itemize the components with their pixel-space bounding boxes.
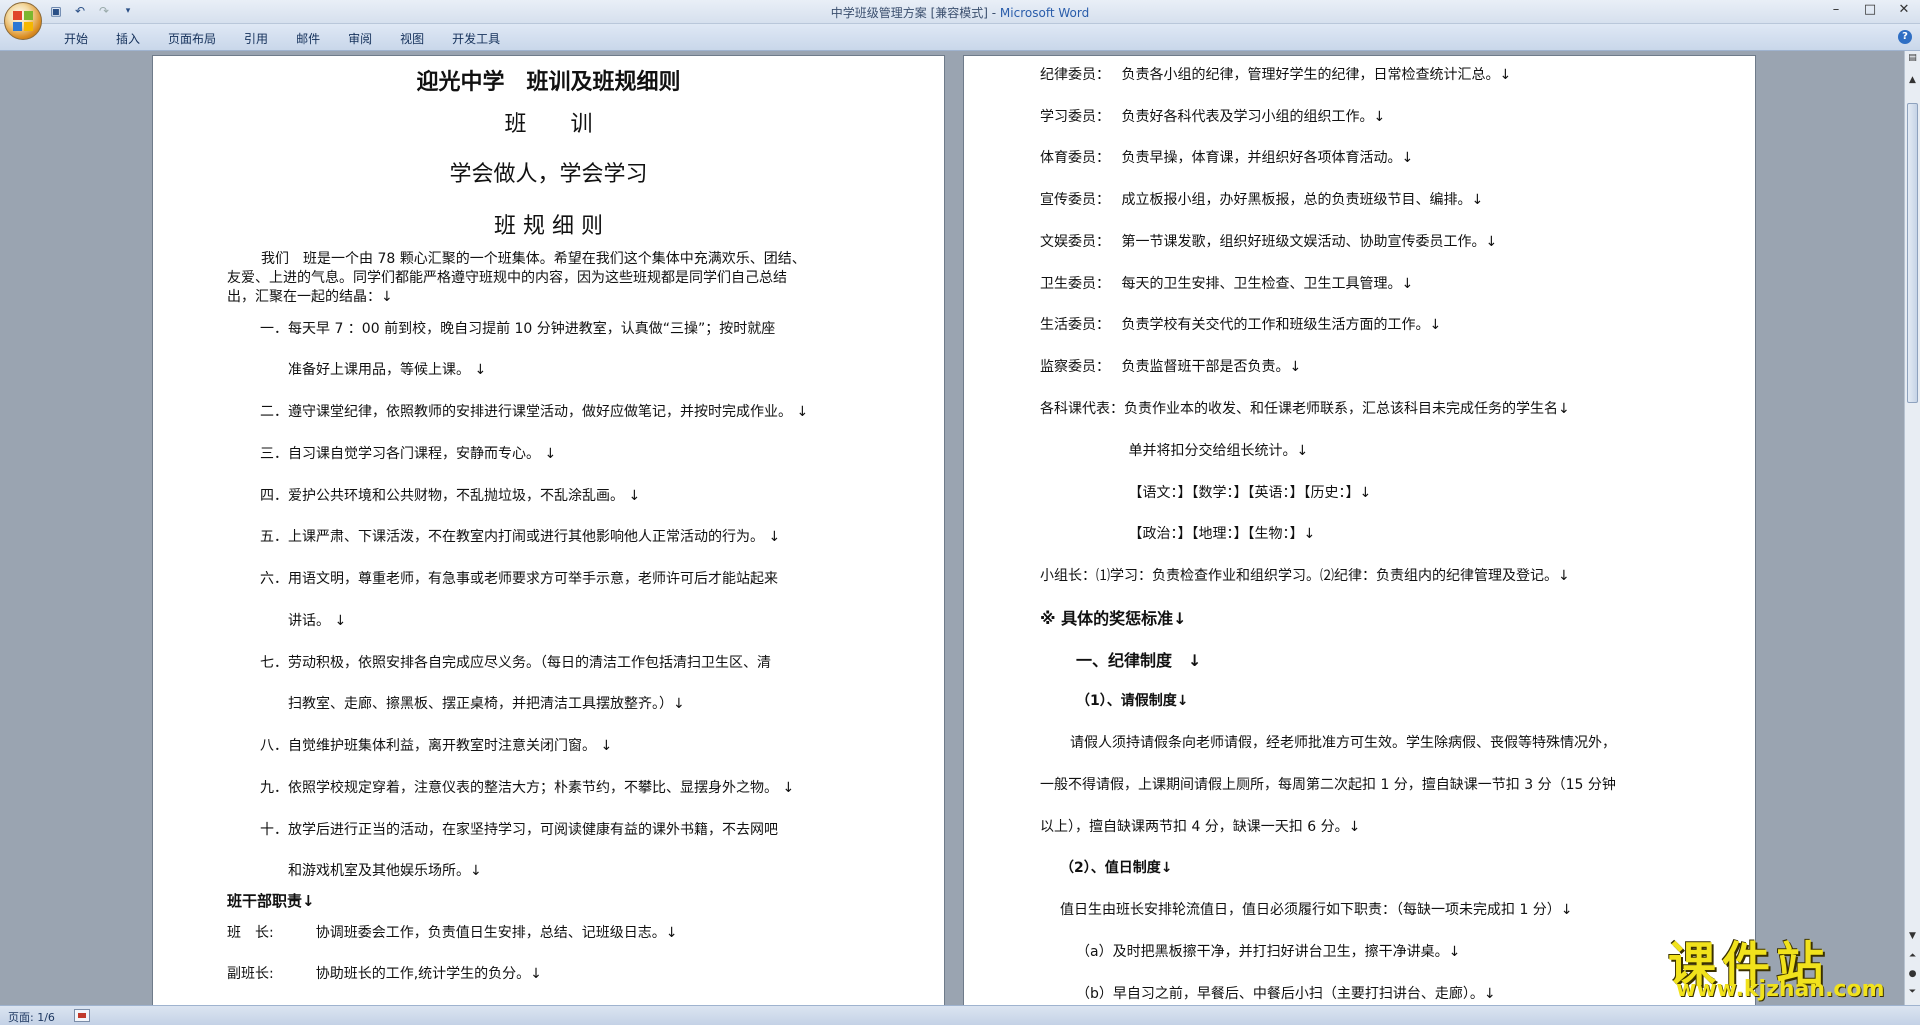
scroll-up-icon[interactable]: ▲: [1906, 75, 1919, 88]
tab-references[interactable]: 引用: [230, 30, 282, 47]
sub-heading: 一、纪律制度 ↓: [1076, 651, 1202, 670]
document-title: 中学班级管理方案 [兼容模式] -: [830, 6, 1000, 20]
vertical-scrollbar[interactable]: ▤ ▲ ▼ ⏶ ● ⏷: [1904, 51, 1920, 1005]
cadre-item: 班 长: 协调班委会工作，负责值日生安排，总结、记班级日志。↓: [227, 925, 678, 941]
duty-line: 生活委员： 负责学校有关交代的工作和班级生活方面的工作。↓: [1040, 317, 1442, 333]
rule-item: 四．爱护公共环境和公共财物，不乱抛垃圾，不乱涂乱画。 ↓: [260, 488, 641, 504]
rule-item: 十．放学后进行正当的活动，在家坚持学习，可阅读健康有益的课外书籍，不去网吧: [260, 822, 778, 838]
motto-heading: 班 训: [504, 112, 593, 137]
leave-text: 以上），擅自缺课两节扣 4 分，缺课一天扣 6 分。↓: [1040, 819, 1361, 835]
duty-line: 文娱委员： 第一节课发歌，组织好班级文娱活动、协助宣传委员工作。↓: [1040, 234, 1498, 250]
proofing-icon[interactable]: [74, 1009, 90, 1022]
rule-item: 九．依照学校规定穿着，注意仪表的整洁大方；朴素节约，不攀比、显摆身外之物。 ↓: [260, 780, 795, 796]
watermark-url: www.kjzhan.com: [1676, 977, 1885, 1002]
rule-item: 六．用语文明，尊重老师，有急事或老师要求方可举手示意，老师许可后才能站起来: [260, 571, 778, 587]
duty-text: （b）早自习之前，早餐后、中餐后小扫（主要打扫讲台、走廊）。↓: [1076, 986, 1496, 1002]
office-button[interactable]: [4, 2, 42, 40]
site-watermark: 课件站 www.kjzhan.com: [1668, 925, 1908, 1005]
duty-line: 卫生委员： 每天的卫生安排、卫生检查、卫生工具管理。↓: [1040, 276, 1414, 292]
rule-item: 八．自觉维护班集体利益，离开教室时注意关闭门窗。 ↓: [260, 738, 613, 754]
duty-line: 纪律委员： 负责各小组的纪律，管理好学生的纪律，日常检查统计汇总。↓: [1040, 67, 1512, 83]
rules-heading: 班 规 细 则: [494, 214, 603, 239]
ribbon-tabs: 开始 插入 页面布局 引用 邮件 审阅 视图 开发工具: [50, 30, 514, 47]
tab-view[interactable]: 视图: [386, 30, 438, 47]
page-right[interactable]: 纪律委员： 负责各小组的纪律，管理好学生的纪律，日常检查统计汇总。↓ 学习委员：…: [963, 55, 1756, 1005]
scroll-thumb[interactable]: [1907, 103, 1918, 403]
duty-line: 小组长：⑴学习：负责检查作业和组织学习。⑵纪律：负责组内的纪律管理及登记。↓: [1040, 568, 1570, 584]
rule-item: 讲话。 ↓: [260, 613, 347, 629]
duty-line: 宣传委员： 成立板报小组，办好黑板报，总的负责班级节目、编排。↓: [1040, 192, 1484, 208]
rule-item: 扫教室、走廊、擦黑板、摆正桌椅，并把清洁工具摆放整齐。）↓: [260, 696, 685, 712]
close-button[interactable]: ✕: [1894, 2, 1914, 17]
rule-item: 七．劳动积极，依照安排各自完成应尽义务。（每日的清洁工作包括清扫卫生区、清: [260, 655, 771, 671]
duty-line: 监察委员： 负责监督班干部是否负责。↓: [1040, 359, 1302, 375]
tab-home[interactable]: 开始: [50, 30, 102, 47]
duty-line: 【语文：】【数学：】【英语：】【历史：】↓: [1040, 485, 1372, 501]
doc-title: 迎光中学 班训及班规细则: [416, 69, 681, 95]
duty-line: 单并将扣分交给组长统计。↓: [1040, 443, 1309, 459]
help-icon[interactable]: ?: [1898, 30, 1912, 44]
tab-review[interactable]: 审阅: [334, 30, 386, 47]
tab-mailings[interactable]: 邮件: [282, 30, 334, 47]
rule-item: 三．自习课自觉学习各门课程，安静而专心。 ↓: [260, 446, 557, 462]
intro-line: 出，汇聚在一起的结晶：↓: [227, 289, 393, 305]
cadre-heading: 班干部职责↓: [227, 892, 315, 910]
minimize-button[interactable]: –: [1826, 2, 1846, 17]
rule-item: 五．上课严肃、下课活泼，不在教室内打闹或进行其他影响他人正常活动的行为。 ↓: [260, 529, 781, 545]
page-indicator[interactable]: 页面: 1/6: [8, 1009, 55, 1025]
rule-item: 二．遵守课堂纪律，依照教师的安排进行课堂活动，做好应做笔记，并按时完成作业。 ↓: [260, 404, 809, 420]
page-left[interactable]: 迎光中学 班训及班规细则 班 训 学会做人，学会学习 班 规 细 则 我们 班是…: [152, 55, 945, 1005]
leave-heading: （1）、请假制度↓: [1076, 693, 1189, 709]
tab-page-layout[interactable]: 页面布局: [154, 30, 230, 47]
duty-line: 学习委员： 负责好各科代表及学习小组的组织工作。↓: [1040, 109, 1386, 125]
tab-insert[interactable]: 插入: [102, 30, 154, 47]
rule-item: 准备好上课用品，等候上课。 ↓: [260, 362, 487, 378]
duty-line: 【政治：】【地理：】【生物：】↓: [1040, 526, 1316, 542]
duty-text: （a）及时把黑板擦干净，并打扫好讲台卫生，擦干净讲桌。↓: [1076, 944, 1461, 960]
ruler-toggle-icon[interactable]: ▤: [1906, 53, 1919, 66]
window-title: 中学班级管理方案 [兼容模式] - Microsoft Word: [0, 4, 1920, 21]
leave-text: 请假人须持请假条向老师请假，经老师批准方可生效。学生除病假、丧假等特殊情况外，: [1056, 735, 1616, 751]
window-controls: – □ ✕: [1826, 2, 1914, 17]
title-bar: ▣ ↶ ↷ ▾ 中学班级管理方案 [兼容模式] - Microsoft Word…: [0, 0, 1920, 40]
rule-item: 和游戏机室及其他娱乐场所。↓: [260, 863, 482, 879]
duty-line: 体育委员： 负责早操，体育课，并组织好各项体育活动。↓: [1040, 150, 1414, 166]
document-workspace: 迎光中学 班训及班规细则 班 训 学会做人，学会学习 班 规 细 则 我们 班是…: [0, 51, 1904, 1005]
intro-line: 友爱、上进的气息。同学们都能严格遵守班规中的内容，因为这些班规都是同学们自己总结: [227, 270, 787, 286]
app-name: Microsoft Word: [999, 6, 1090, 20]
maximize-button[interactable]: □: [1860, 2, 1880, 17]
duty-text: 值日生由班长安排轮流值日，值日必须履行如下职责：（每缺一项未完成扣 1 分）↓: [1060, 902, 1573, 918]
ribbon: 开始 插入 页面布局 引用 邮件 审阅 视图 开发工具 ?: [0, 24, 1920, 51]
office-logo-icon: [13, 11, 33, 31]
duty-heading: （2）、值日制度↓: [1060, 860, 1173, 876]
section-heading: ※ 具体的奖惩标准↓: [1040, 609, 1187, 628]
status-bar: 页面: 1/6: [0, 1005, 1920, 1025]
cadre-item: 副班长: 协助班长的工作,统计学生的负分。↓: [227, 966, 542, 982]
tab-developer[interactable]: 开发工具: [438, 30, 514, 47]
rule-item: 一．每天早 7 ：00 前到校，晚自习提前 10 分钟进教室，认真做“三操”；按…: [260, 321, 776, 337]
intro-line: 我们 班是一个由 78 颗心汇聚的一个班集体。希望在我们这个集体中充满欢乐、团结…: [261, 251, 806, 267]
motto: 学会做人，学会学习: [449, 162, 648, 187]
duty-line: 各科课代表：负责作业本的收发、和任课老师联系，汇总该科目未完成任务的学生名↓: [1040, 401, 1570, 417]
leave-text: 一般不得请假，上课期间请假上厕所，每周第二次起扣 1 分，擅自缺课一节扣 3 分…: [1040, 777, 1616, 793]
